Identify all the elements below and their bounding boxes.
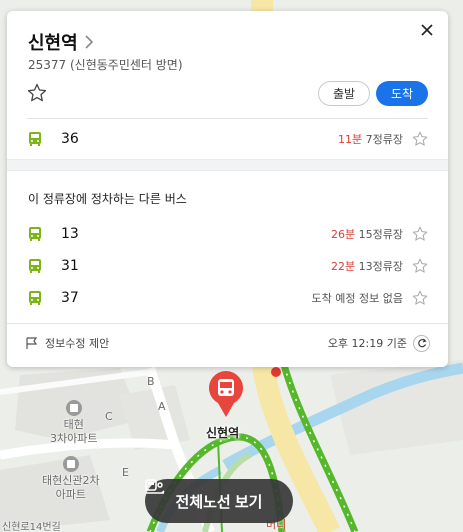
section-separator	[7, 159, 448, 171]
route-number: 31	[61, 258, 79, 274]
arrival-info: 22분 13정류장	[331, 258, 403, 274]
route-row[interactable]: 31 22분 13정류장	[27, 255, 428, 277]
arrival-stops: 13정류장	[355, 260, 403, 273]
stop-subtitle: 25377 (신현동주민센터 방면)	[28, 58, 183, 72]
apartment-icon	[65, 400, 82, 416]
map-building-label: B	[147, 375, 155, 388]
route-row[interactable]: 37 도착 예정 정보 없음	[27, 287, 428, 309]
map-poi-label: 3차아파트	[50, 432, 98, 445]
full-route-button[interactable]: 전체노선 보기	[145, 479, 293, 523]
arrival-info: 11분 7정류장	[338, 131, 403, 147]
arrive-button[interactable]: 도착	[376, 81, 428, 106]
map-building-label: A	[158, 400, 166, 413]
map-poi-label: 아파트	[55, 488, 86, 501]
page-title: 신현역	[28, 33, 78, 54]
depart-button[interactable]: 출발	[318, 81, 370, 106]
arrival-minutes: 26분	[331, 228, 356, 241]
map-poi-label: 태현신관2차	[42, 474, 100, 487]
route-row[interactable]: 36 11분 7정류장	[27, 128, 428, 150]
star-icon[interactable]	[27, 83, 47, 103]
map-poi-label: 태현	[63, 418, 84, 431]
stop-title-link[interactable]: 신현역	[28, 29, 94, 55]
arrival-minutes: 11분	[338, 133, 363, 146]
star-icon[interactable]	[412, 131, 428, 147]
bus-icon	[29, 259, 41, 273]
arrival-stops: 7정류장	[362, 133, 403, 146]
star-icon[interactable]	[412, 290, 428, 306]
route-icon	[145, 479, 165, 494]
map-poi-apartment[interactable]: 태현신관2차 아파트	[42, 456, 100, 502]
chevron-right-icon	[85, 35, 93, 49]
bus-stop-pin[interactable]	[207, 370, 245, 418]
star-icon[interactable]	[412, 226, 428, 242]
map-building-label: C	[105, 410, 113, 423]
arrival-info: 26분 15정류장	[331, 226, 403, 242]
map-road-label: 신현로14번길	[2, 522, 61, 532]
arrival-info: 도착 예정 정보 없음	[312, 290, 403, 306]
bus-icon	[29, 227, 41, 241]
arrival-stops: 도착 예정 정보 없음	[311, 292, 403, 305]
map-building-label: E	[122, 466, 129, 479]
arrival-stops: 15정류장	[355, 228, 403, 241]
bus-icon	[29, 291, 41, 305]
update-time: 오후 12:19 기준	[327, 337, 407, 350]
bus-pin-icon	[209, 371, 243, 417]
arrival-minutes: 22분	[331, 260, 356, 273]
bus-stop-card: 신현역 25377 (신현동주민센터 방면) 출발 도착 36 11분 7정류장…	[7, 11, 448, 367]
bus-stop-map-label: 신현역	[206, 426, 240, 440]
route-number: 36	[61, 131, 79, 147]
suggest-edit-link[interactable]: 정보수정 제안	[45, 335, 109, 351]
close-button[interactable]	[418, 21, 436, 39]
star-icon[interactable]	[412, 258, 428, 274]
map-poi-apartment[interactable]: 태현 3차아파트	[50, 400, 97, 446]
close-icon	[421, 24, 433, 36]
apartment-icon	[62, 456, 79, 472]
divider	[27, 118, 428, 119]
divider	[7, 323, 448, 324]
full-route-label: 전체노선 보기	[175, 493, 263, 511]
route-number: 13	[61, 226, 79, 242]
refresh-button[interactable]	[413, 334, 430, 352]
bus-icon	[29, 132, 41, 146]
route-number: 37	[61, 290, 79, 306]
report-icon[interactable]	[25, 336, 38, 350]
refresh-icon	[417, 338, 426, 348]
route-row[interactable]: 13 26분 15정류장	[27, 223, 428, 245]
card-footer: 정보수정 제안 오후 12:19 기준	[25, 333, 430, 353]
other-buses-heading: 이 정류장에 정차하는 다른 버스	[28, 192, 187, 206]
